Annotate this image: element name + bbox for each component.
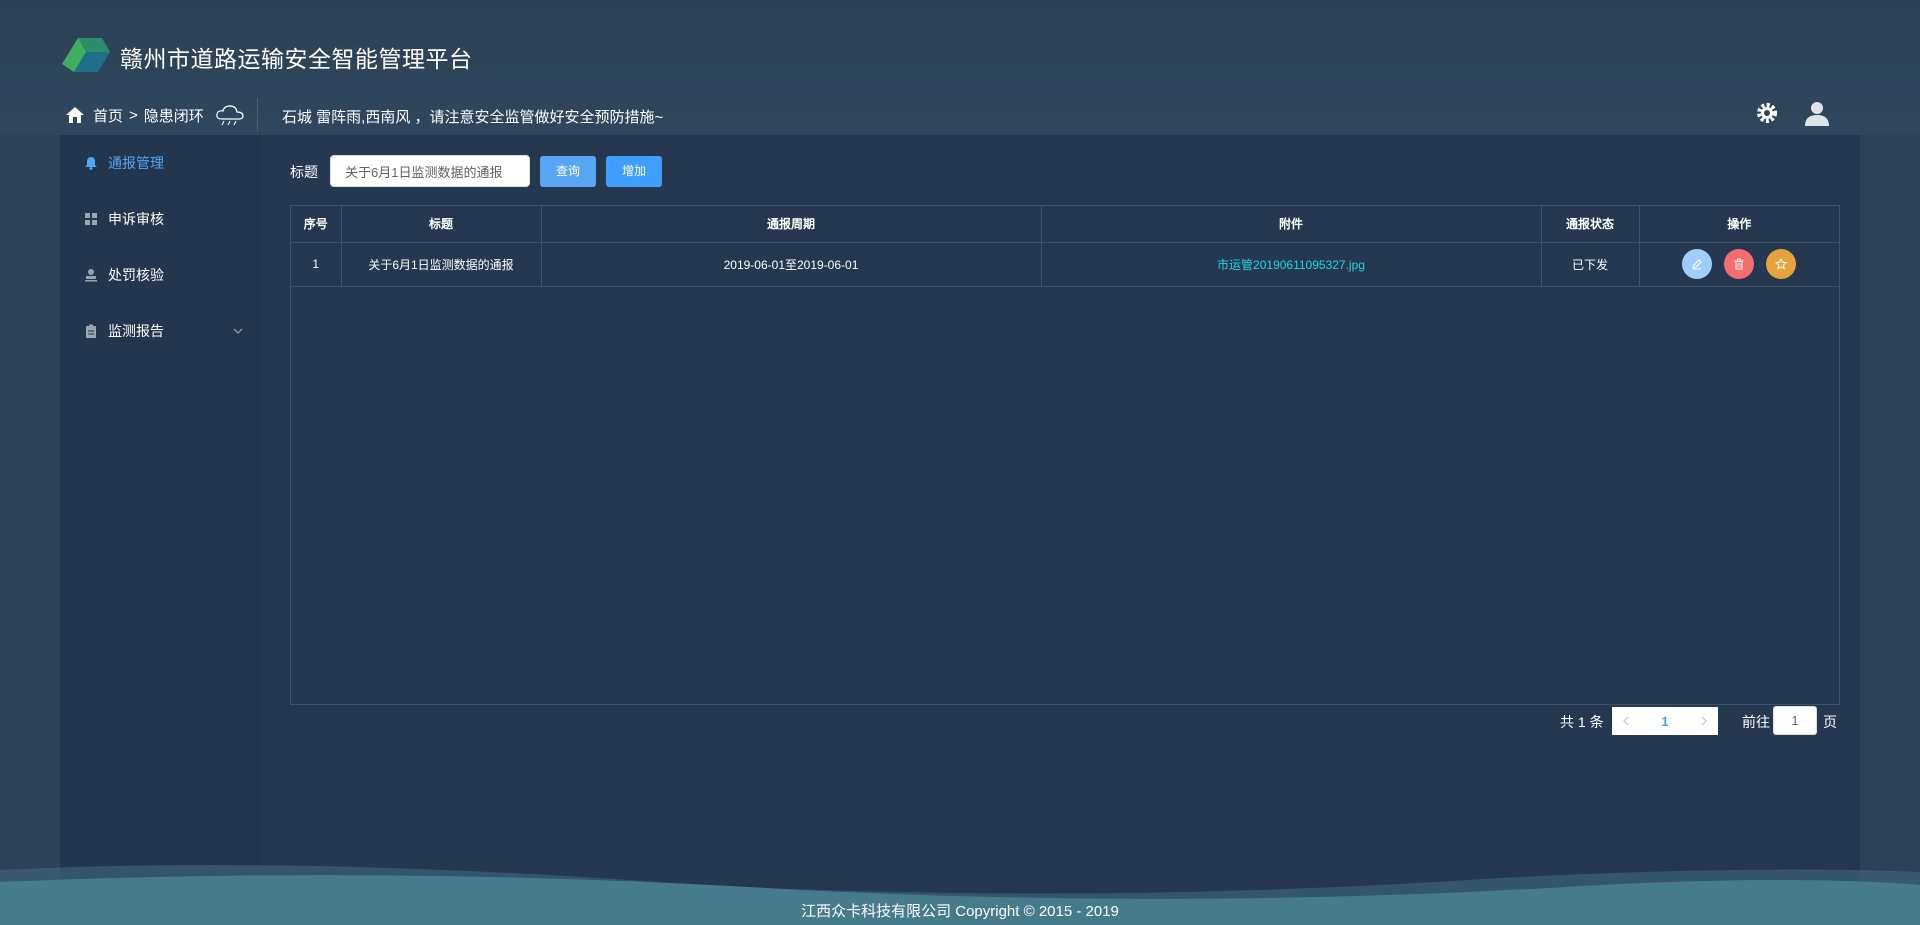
column-header-title: 标题 bbox=[341, 206, 542, 243]
cell-actions bbox=[1639, 242, 1839, 287]
sidebar-item-label: 通报管理 bbox=[108, 155, 164, 171]
page-number[interactable]: 1 bbox=[1661, 714, 1668, 729]
column-header-attachment: 附件 bbox=[1041, 206, 1542, 243]
chevron-right-icon[interactable] bbox=[1700, 716, 1708, 726]
delete-button[interactable] bbox=[1724, 249, 1755, 279]
sidebar-item-label: 监测报告 bbox=[108, 323, 164, 339]
cell-title: 关于6月1日监测数据的通报 bbox=[341, 242, 542, 287]
pagination-total: 共 1 条 bbox=[1560, 714, 1604, 730]
attachment-link[interactable]: 市运管20190611095327.jpg bbox=[1217, 258, 1365, 272]
search-label: 标题 bbox=[290, 164, 318, 180]
cell-attachment: 市运管20190611095327.jpg bbox=[1041, 242, 1542, 287]
pencil-icon bbox=[1692, 259, 1702, 270]
header: 赣州市道路运输安全智能管理平台 首页 > 隐患闭环 石城 雷阵雨,西南风 ，请注… bbox=[0, 0, 1920, 135]
chevron-left-icon[interactable] bbox=[1622, 716, 1630, 726]
weather-notice: 石城 雷阵雨,西南风 ，请注意安全监管做好安全预防措施~ bbox=[282, 109, 664, 126]
sidebar: 通报管理 申诉审核 处罚核验 监测报告 bbox=[60, 135, 260, 920]
sidebar-item-appeal-review[interactable]: 申诉审核 bbox=[84, 209, 244, 229]
breadcrumb-separator: > bbox=[129, 106, 138, 124]
trash-icon bbox=[1734, 258, 1744, 270]
add-button[interactable]: 增加 bbox=[606, 156, 662, 187]
home-icon[interactable] bbox=[65, 105, 85, 125]
goto-suffix: 页 bbox=[1823, 714, 1837, 730]
sidebar-item-report-management[interactable]: 通报管理 bbox=[84, 153, 244, 173]
column-header-actions: 操作 bbox=[1639, 206, 1839, 243]
goto-page-input[interactable] bbox=[1773, 706, 1817, 735]
breadcrumb-home[interactable]: 首页 bbox=[93, 105, 123, 126]
rain-cloud-icon bbox=[216, 105, 244, 126]
breadcrumb-current: 隐患闭环 bbox=[143, 107, 204, 125]
edit-button[interactable] bbox=[1682, 249, 1713, 279]
grid-icon bbox=[85, 213, 97, 225]
column-header-index: 序号 bbox=[291, 206, 342, 243]
sidebar-item-penalty-verify[interactable]: 处罚核验 bbox=[84, 265, 244, 285]
sidebar-item-label: 处罚核验 bbox=[108, 267, 164, 283]
gear-icon[interactable] bbox=[1754, 100, 1780, 126]
table-row: 1 关于6月1日监测数据的通报 2019-06-01至2019-06-01 市运… bbox=[291, 242, 1839, 287]
goto-label: 前往 bbox=[1742, 714, 1770, 730]
cell-period: 2019-06-01至2019-06-01 bbox=[541, 242, 1042, 287]
report-table: 序号 标题 通报周期 附件 通报状态 操作 1 关于6月1日监测数据的通报 20… bbox=[290, 205, 1840, 705]
sidebar-item-monitor-report[interactable]: 监测报告 bbox=[84, 321, 244, 341]
footer-copyright: 江西众卡科技有限公司 Copyright © 2015 - 2019 bbox=[801, 903, 1119, 920]
cell-index: 1 bbox=[291, 242, 342, 287]
breadcrumb: 首页 > 隐患闭环 bbox=[65, 103, 246, 127]
column-header-period: 通报周期 bbox=[541, 206, 1042, 243]
bell-icon bbox=[85, 157, 97, 170]
pagination: 1 bbox=[1612, 707, 1718, 735]
sidebar-item-label: 申诉审核 bbox=[108, 211, 164, 227]
title-search-input[interactable] bbox=[330, 155, 530, 187]
user-stamp-icon bbox=[85, 269, 97, 282]
table-header-row: 序号 标题 通报周期 附件 通报状态 操作 bbox=[291, 206, 1839, 243]
publish-button[interactable] bbox=[1766, 249, 1797, 279]
chevron-down-icon[interactable] bbox=[232, 325, 244, 337]
user-avatar-icon[interactable] bbox=[1803, 99, 1831, 127]
column-header-status: 通报状态 bbox=[1541, 206, 1640, 243]
header-divider bbox=[257, 98, 258, 132]
query-button[interactable]: 查询 bbox=[540, 156, 596, 187]
app-title: 赣州市道路运输安全智能管理平台 bbox=[120, 46, 473, 72]
clipboard-icon bbox=[86, 324, 96, 338]
star-icon bbox=[1775, 258, 1788, 270]
logo-icon bbox=[62, 38, 110, 72]
cell-status: 已下发 bbox=[1541, 242, 1640, 287]
